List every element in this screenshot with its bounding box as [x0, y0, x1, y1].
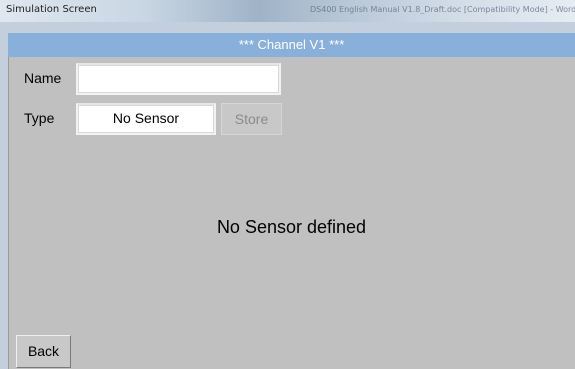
type-field[interactable]: No Sensor: [76, 103, 216, 135]
name-field[interactable]: [76, 63, 281, 95]
simulation-window: Simulation Screen DS400 English Manual V…: [0, 0, 575, 369]
no-sensor-message: No Sensor defined: [216, 217, 367, 237]
type-label: Type: [24, 110, 55, 126]
window-titlebar[interactable]: Simulation Screen DS400 English Manual V…: [0, 0, 575, 22]
window-title: Simulation Screen: [6, 4, 97, 15]
background-caption: DS400 English Manual V1.8_Draft.doc [Com…: [310, 5, 575, 14]
channel-header: *** Channel V1 ***: [8, 33, 575, 57]
name-label: Name: [24, 70, 62, 86]
store-button[interactable]: Store: [221, 103, 282, 135]
back-button[interactable]: Back: [16, 335, 71, 368]
